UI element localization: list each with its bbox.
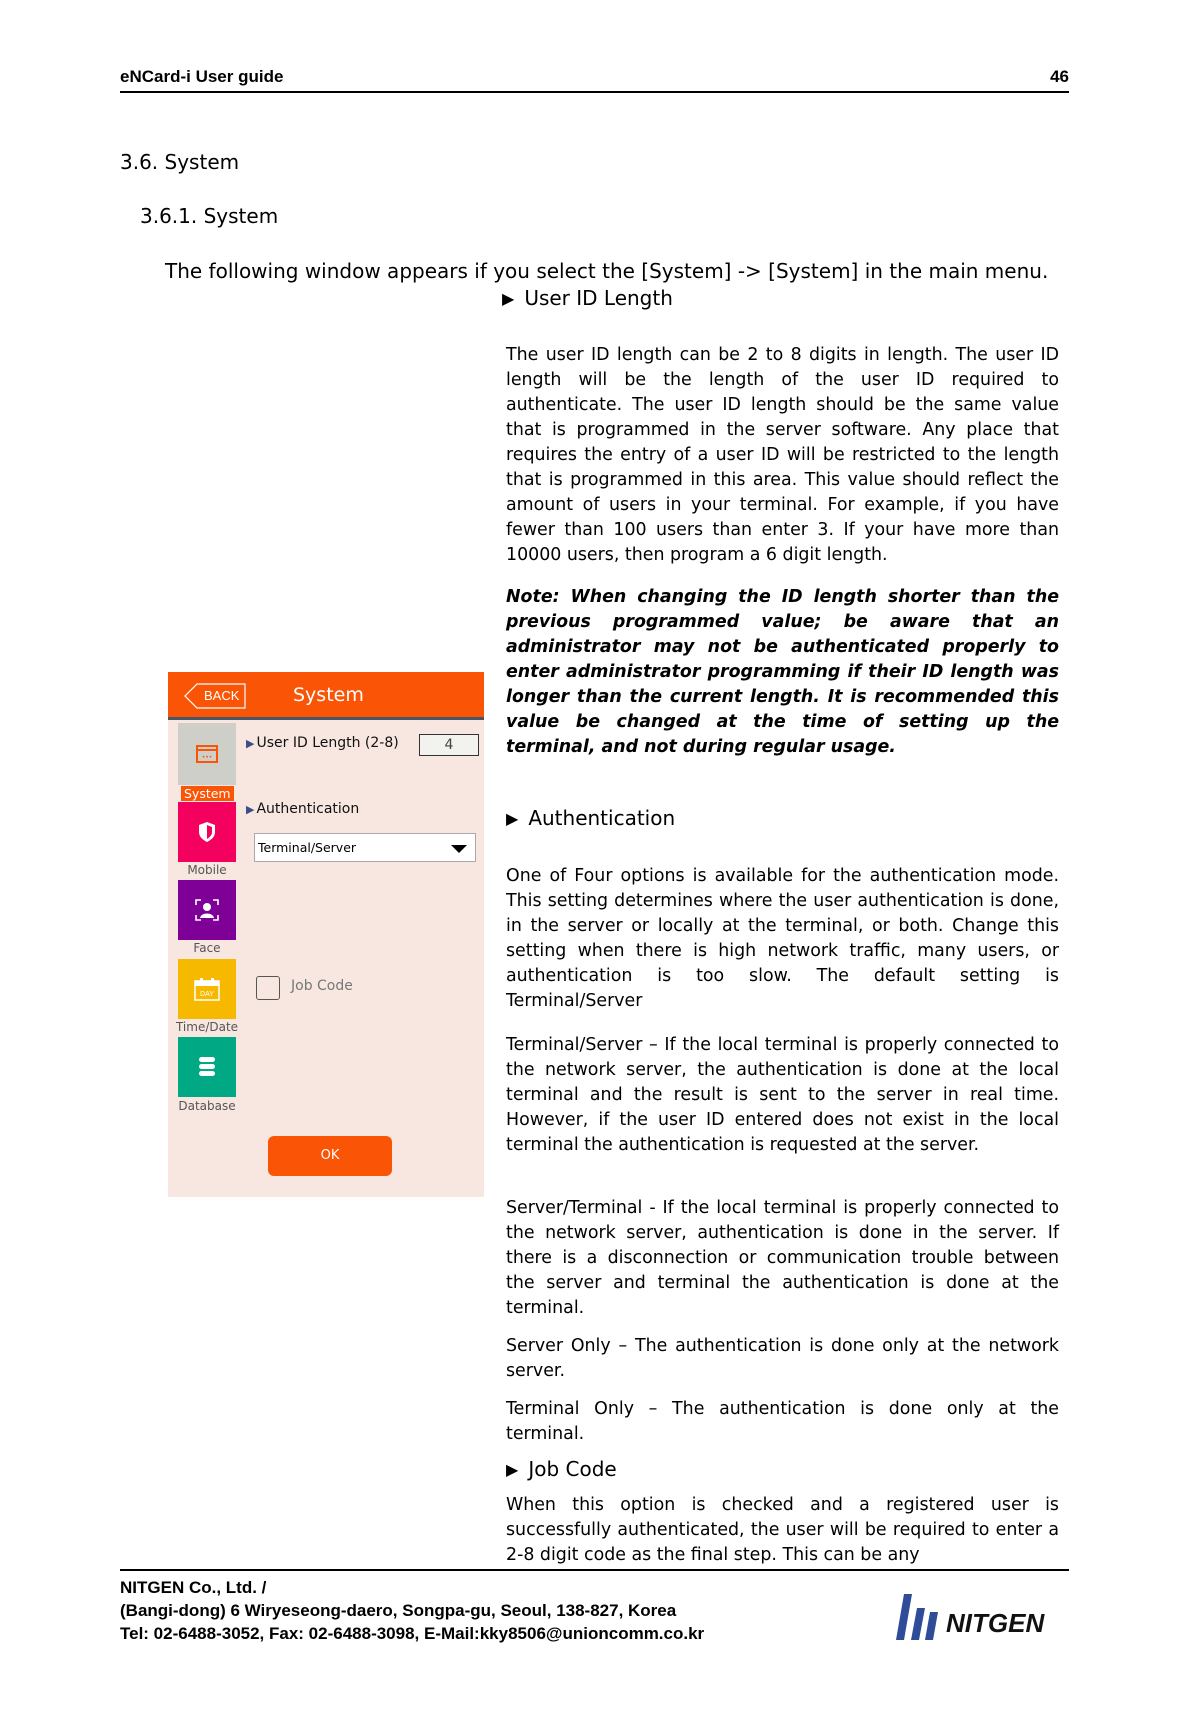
job-code-checkbox[interactable] xyxy=(256,976,280,1000)
section-heading: 3.6. System xyxy=(120,150,240,174)
job-code-heading: ▶ Job Code xyxy=(506,1457,617,1481)
authentication-label: Authentication xyxy=(256,801,360,817)
user-id-length-note: Note: When changing the ID length shorte… xyxy=(506,587,1059,757)
database-icon xyxy=(199,1057,215,1076)
auth-option-terminal-only: Terminal Only – The authentication is do… xyxy=(506,1399,1059,1444)
sidebar-label-system: System xyxy=(181,786,234,801)
auth-option-terminal-server: Terminal/Server – If the local terminal … xyxy=(506,1035,1059,1155)
auth-option-server-only: Server Only – The authentication is done… xyxy=(506,1336,1059,1381)
intro-text: The following window appears if you sele… xyxy=(165,259,1049,283)
device-title: System xyxy=(293,684,364,706)
device-title-bar: BACK System xyxy=(168,672,484,720)
triangle-bullet-icon: ▶ xyxy=(506,808,519,828)
authentication-select[interactable]: Terminal/Server xyxy=(254,833,476,862)
nitgen-logo: NITGEN xyxy=(890,1590,1100,1645)
user-id-length-setting: ▶ User ID Length (2-8) xyxy=(246,735,399,751)
sidebar-label-face: Face xyxy=(193,941,221,955)
job-code-title: Job Code xyxy=(528,1457,617,1481)
calendar-icon: DAY xyxy=(194,978,220,1001)
logo-text: NITGEN xyxy=(946,1608,1045,1638)
triangle-bullet-icon: ▶ xyxy=(502,288,515,308)
sidebar-item-mobile[interactable] xyxy=(178,802,236,862)
footer-contact: Tel: 02-6488-3052, Fax: 02-6488-3098, E-… xyxy=(120,1624,705,1643)
authentication-setting: ▶ Authentication xyxy=(246,801,359,817)
window-icon: ••• xyxy=(196,745,218,763)
user-id-length-title: User ID Length xyxy=(524,286,673,310)
sidebar-label-mobile: Mobile xyxy=(187,863,227,877)
back-label: BACK xyxy=(204,688,240,703)
authentication-heading: ▶ Authentication xyxy=(506,806,675,830)
footer-address: (Bangi-dong) 6 Wiryeseong-daero, Songpa-… xyxy=(120,1601,677,1620)
auth-option-server-terminal: Server/Terminal - If the local terminal … xyxy=(506,1198,1059,1318)
footer-divider xyxy=(120,1569,1069,1571)
back-button[interactable]: BACK xyxy=(184,683,246,709)
sidebar-item-system[interactable]: ••• xyxy=(178,723,236,785)
user-id-length-heading: ▶ User ID Length xyxy=(502,286,673,310)
ok-button[interactable]: OK xyxy=(268,1136,392,1176)
job-code-label: Job Code xyxy=(291,978,353,994)
footer-company: NITGEN Co., Ltd. / xyxy=(120,1578,267,1597)
face-scan-icon xyxy=(195,899,219,921)
sidebar-item-face[interactable] xyxy=(178,880,236,940)
user-id-length-input[interactable]: 4 xyxy=(419,734,479,756)
nitgen-logo-icon: NITGEN xyxy=(896,1594,1045,1640)
document-title: eNCard-i User guide xyxy=(120,67,284,86)
authentication-title: Authentication xyxy=(528,806,676,830)
subsection-heading: 3.6.1. System xyxy=(140,204,279,228)
bullet-icon: ▶ xyxy=(246,737,255,750)
chevron-down-icon xyxy=(451,845,467,853)
svg-text:•••: ••• xyxy=(202,754,213,761)
bullet-icon: ▶ xyxy=(246,803,255,816)
job-code-body: When this option is checked and a regist… xyxy=(506,1495,1059,1565)
authentication-selected-value: Terminal/Server xyxy=(258,840,357,855)
page-number: 46 xyxy=(1050,67,1069,86)
device-screenshot: BACK System ••• System Mobile Face DAY T… xyxy=(168,672,484,1197)
authentication-body: One of Four options is available for the… xyxy=(506,866,1059,1011)
user-id-length-body: The user ID length can be 2 to 8 digits … xyxy=(506,345,1059,565)
shield-icon xyxy=(199,822,215,842)
sidebar-item-database[interactable] xyxy=(178,1037,236,1097)
sidebar-label-time-date: Time/Date xyxy=(175,1020,239,1034)
user-id-length-label: User ID Length (2-8) xyxy=(256,735,399,751)
sidebar-item-time-date[interactable]: DAY xyxy=(178,959,236,1019)
header-divider xyxy=(120,91,1069,93)
sidebar-label-database: Database xyxy=(178,1099,236,1113)
svg-text:DAY: DAY xyxy=(200,991,214,998)
triangle-bullet-icon: ▶ xyxy=(506,1459,519,1479)
